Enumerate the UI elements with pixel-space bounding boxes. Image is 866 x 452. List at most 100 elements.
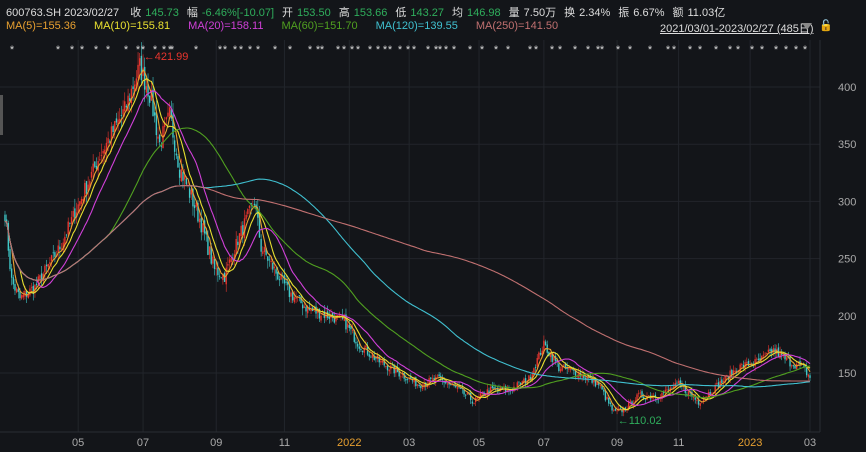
event-marker-icon: * (233, 44, 238, 56)
event-marker-icon: * (94, 44, 99, 56)
y-tick-label: 400 (838, 82, 856, 94)
candle-body (153, 112, 156, 116)
candle-body (57, 245, 59, 253)
candle-body (365, 345, 367, 348)
candle-body (637, 393, 640, 395)
candle-body (20, 295, 23, 299)
candle-body (177, 156, 179, 168)
event-marker-icon: * (774, 44, 779, 56)
candle-body (84, 182, 86, 198)
candle-body (536, 358, 538, 367)
candle-body (356, 343, 359, 347)
candle-body (360, 348, 362, 350)
candle-body (460, 387, 462, 389)
candle-body (272, 262, 274, 270)
candle-body (39, 275, 41, 279)
candle-body (599, 385, 602, 387)
candle-body (604, 390, 607, 401)
candle-body (180, 169, 183, 182)
candle-body (270, 260, 272, 263)
candle-body (99, 159, 101, 161)
candle-body (248, 205, 251, 208)
candle-body (639, 392, 642, 394)
candle-body (697, 400, 700, 405)
candle-body (100, 155, 103, 157)
candle-body (406, 379, 409, 380)
candle-body (12, 277, 15, 285)
event-marker-icon: * (784, 44, 789, 56)
event-marker-icon: * (56, 44, 61, 56)
candle-body (30, 287, 33, 289)
candle-body (278, 279, 281, 281)
event-marker-icon: * (760, 44, 765, 56)
event-marker-icon: * (80, 44, 85, 56)
x-tick-label: 07 (538, 437, 550, 449)
candle-body (273, 266, 276, 269)
candle-body (524, 378, 527, 384)
candle-body (606, 396, 608, 400)
event-marker-icon: * (803, 44, 808, 56)
candle-body (79, 201, 81, 206)
candle-body (358, 346, 360, 349)
x-tick-label: 03 (804, 437, 816, 449)
candle-body (466, 392, 469, 395)
candle-body (158, 134, 161, 143)
candle-body (450, 384, 452, 386)
candle-body (94, 161, 96, 167)
candle-body (10, 268, 13, 278)
ma-line (4, 68, 811, 411)
candle-body (260, 238, 262, 252)
event-marker-icon: * (444, 44, 449, 56)
x-tick-label: 11 (673, 437, 684, 449)
event-marker-icon: * (194, 44, 199, 56)
event-marker-icon: * (573, 44, 578, 56)
event-marker-icon: * (480, 44, 485, 56)
candle-body (559, 369, 562, 372)
candle-body (794, 365, 796, 369)
candle-body (4, 214, 6, 222)
candle-body (328, 316, 331, 319)
x-tick-label: 09 (210, 437, 222, 449)
candle-body (149, 95, 151, 103)
candle-body (188, 188, 191, 198)
candle-body (647, 395, 650, 397)
candle-body (44, 265, 46, 273)
x-tick-label: 2023 (738, 437, 762, 449)
candle-body (285, 281, 287, 283)
event-marker-icon: * (412, 44, 417, 56)
candle-body (766, 352, 768, 354)
candle-body (69, 222, 71, 224)
candle-body (35, 283, 38, 285)
candle-body (734, 370, 736, 373)
candle-body (603, 389, 605, 392)
candle-body (420, 385, 422, 388)
candle-body (518, 381, 520, 383)
candle-body (90, 171, 93, 178)
candle-body (115, 118, 118, 123)
candle-body (722, 380, 725, 382)
candlestick-chart: 150 200 250 300 350 400 05 07 09 11 2022 03 05 07 09 11… (0, 40, 856, 449)
candle-body (22, 294, 24, 298)
y-tick-label: 350 (838, 139, 856, 151)
candle-body (112, 126, 114, 133)
candle-body (80, 198, 83, 204)
candle-body (240, 225, 242, 237)
candle-body (220, 277, 222, 279)
min-price-label: ←110.02 (618, 415, 662, 427)
y-tick-label: 150 (838, 368, 856, 380)
candle-body (476, 397, 479, 399)
candle-body (198, 218, 201, 223)
candle-body (102, 151, 104, 154)
candle-body (375, 358, 377, 360)
ma-line (4, 90, 811, 407)
candle-body (538, 352, 540, 360)
candle-body (52, 252, 54, 254)
candle-body (676, 382, 678, 384)
candle-body (346, 323, 349, 328)
candle-body (786, 357, 788, 361)
candle-body (561, 366, 563, 371)
candle-body (200, 217, 202, 233)
candle-body (227, 264, 229, 266)
event-marker-icon: * (70, 44, 75, 56)
candle-body (741, 364, 743, 365)
